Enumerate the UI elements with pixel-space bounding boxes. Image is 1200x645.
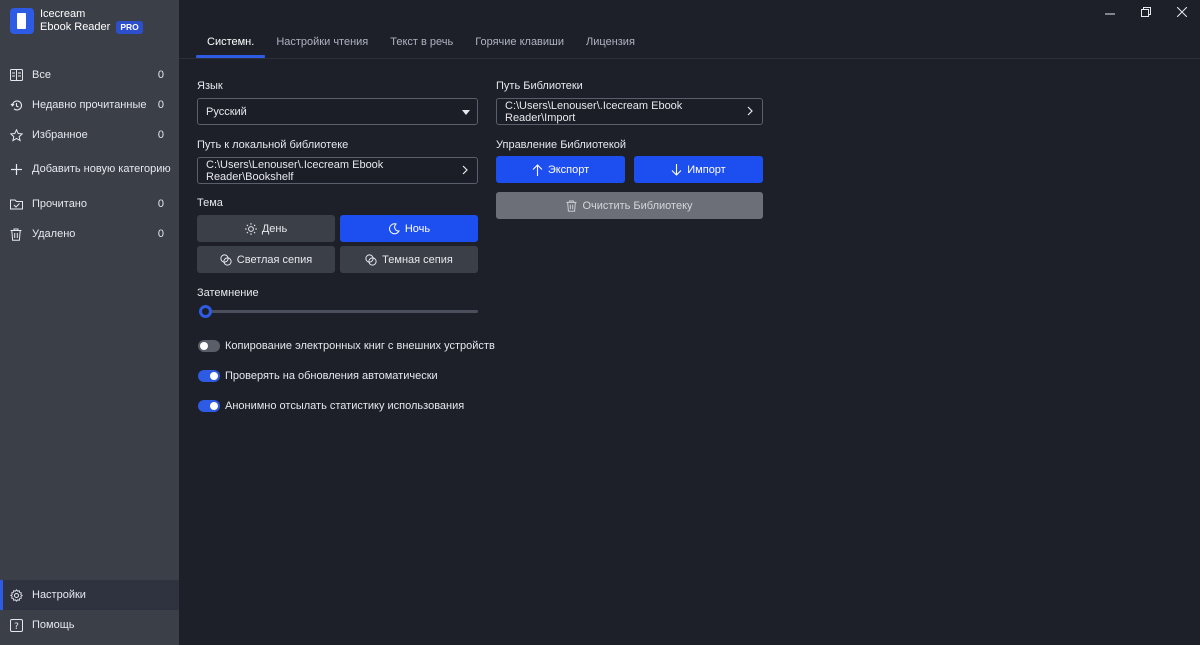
tab-reading-settings[interactable]: Настройки чтения [265, 34, 379, 58]
anonymous-stats-toggle[interactable] [198, 400, 220, 412]
folder-check-icon [9, 197, 23, 211]
sidebar-item-count: 0 [157, 228, 164, 240]
sidebar-item-label: Добавить новую категорию [32, 163, 171, 175]
minimize-button[interactable] [1092, 0, 1128, 24]
export-button[interactable]: Экспорт [496, 156, 625, 183]
chevron-right-icon [461, 164, 469, 179]
arrow-down-icon [671, 163, 682, 176]
sidebar-item-label: Помощь [32, 619, 75, 631]
history-icon [9, 98, 23, 112]
book-logo-icon [10, 8, 34, 34]
trash-icon [9, 227, 23, 241]
language-select[interactable]: Русский [197, 98, 478, 125]
tab-system[interactable]: Системн. [196, 34, 266, 58]
gear-icon [9, 588, 23, 602]
sidebar-item-read[interactable]: Прочитано 0 [0, 189, 179, 219]
sidebar: Icecream Ebook Reader PRO Все 0 Недавно п… [0, 0, 179, 645]
sidebar-item-label: Недавно прочитанные [32, 99, 147, 111]
sidebar-item-count: 0 [157, 99, 164, 111]
close-icon [1177, 7, 1187, 17]
theme-night-button[interactable]: Ночь [340, 215, 478, 242]
library-management-label: Управление Библиотекой [496, 139, 627, 151]
clear-library-label: Очистить Библиотеку [582, 199, 693, 212]
sidebar-item-label: Все [32, 69, 51, 81]
help-icon: ? [9, 618, 23, 632]
auto-update-check-label: Проверять на обновления автоматически [225, 370, 438, 382]
sidebar-item-favorites[interactable]: Избранное 0 [0, 120, 179, 150]
maximize-button[interactable] [1128, 0, 1164, 24]
restore-icon [1141, 7, 1151, 17]
anonymous-stats-label: Анонимно отсылать статистику использован… [225, 400, 465, 412]
sepia-icon [220, 253, 232, 266]
dropdown-caret-icon [462, 110, 470, 115]
app-title-line1: Icecream [40, 8, 86, 20]
clear-library-button[interactable]: Очистить Библиотеку [496, 192, 763, 219]
copy-external-devices-toggle[interactable] [198, 340, 220, 352]
copy-external-devices-label: Копирование электронных книг с внешних у… [225, 340, 495, 352]
local-library-path-value: C:\Users\Lenouser\.Icecream Ebook Reader… [206, 158, 384, 183]
language-value: Русский [206, 105, 247, 118]
theme-label: Тема [197, 197, 223, 209]
sidebar-item-settings[interactable]: Настройки [0, 580, 179, 610]
theme-light-sepia-label: Светлая сепия [236, 253, 313, 266]
sidebar-item-help[interactable]: ? Помощь [0, 610, 179, 640]
sidebar-item-recent[interactable]: Недавно прочитанные 0 [0, 90, 179, 120]
local-library-label: Путь к локальной библиотеке [197, 139, 349, 151]
chevron-right-icon [746, 105, 754, 120]
tab-license[interactable]: Лицензия [575, 34, 646, 58]
tab-text-to-speech[interactable]: Текст в речь [379, 34, 464, 58]
sidebar-item-deleted[interactable]: Удалено 0 [0, 219, 179, 249]
theme-night-label: Ночь [404, 222, 431, 235]
sidebar-item-count: 0 [157, 198, 164, 210]
theme-light-sepia-button[interactable]: Светлая сепия [197, 246, 335, 273]
arrow-up-icon [532, 163, 543, 176]
theme-day-label: День [261, 222, 288, 235]
moon-icon [388, 222, 400, 235]
sepia-icon [365, 253, 377, 266]
theme-dark-sepia-label: Темная сепия [382, 253, 453, 266]
trash-icon [566, 200, 578, 212]
settings-tabs: Системн. Настройки чтения Текст в речь Г… [196, 34, 646, 58]
close-button[interactable] [1164, 0, 1200, 24]
library-path-label: Путь Библиотеки [496, 80, 583, 92]
sidebar-item-all[interactable]: Все 0 [0, 60, 179, 90]
local-library-path-field[interactable]: C:\Users\Lenouser\.Icecream Ebook Reader… [197, 157, 478, 184]
sidebar-item-count: 0 [157, 69, 164, 81]
sidebar-item-label: Избранное [32, 129, 88, 141]
dimming-slider[interactable] [199, 305, 478, 318]
language-label: Язык [197, 80, 223, 92]
library-icon [9, 68, 23, 82]
svg-text:?: ? [14, 622, 19, 632]
export-label: Экспорт [547, 163, 590, 176]
library-path-field[interactable]: C:\Users\Lenouser\.Icecream Ebook Reader… [496, 98, 763, 125]
sidebar-item-add-category[interactable]: Добавить новую категорию [0, 154, 179, 184]
import-button[interactable]: Импорт [634, 156, 763, 183]
sidebar-item-label: Настройки [32, 589, 86, 601]
sidebar-item-count: 0 [157, 129, 164, 141]
theme-dark-sepia-button[interactable]: Темная сепия [340, 246, 478, 273]
pro-badge: PRO [116, 21, 143, 34]
tab-hotkeys[interactable]: Горячие клавиши [464, 34, 575, 58]
sidebar-item-label: Удалено [32, 228, 76, 240]
library-path-value: C:\Users\Lenouser\.Icecream Ebook Reader… [505, 99, 683, 124]
app-title-line2: Ebook Reader [40, 21, 111, 33]
import-label: Импорт [687, 163, 726, 176]
app-logo: Icecream Ebook Reader PRO [10, 8, 143, 34]
tabs-divider [179, 58, 1200, 59]
sun-icon [244, 222, 257, 235]
dimming-slider-knob[interactable] [199, 305, 212, 318]
plus-icon [9, 162, 23, 176]
auto-update-check-toggle[interactable] [198, 370, 220, 382]
sidebar-item-label: Прочитано [32, 198, 87, 210]
dimming-label: Затемнение [197, 287, 259, 299]
minimize-icon [1105, 13, 1115, 15]
theme-day-button[interactable]: День [197, 215, 335, 242]
star-icon [9, 128, 23, 142]
